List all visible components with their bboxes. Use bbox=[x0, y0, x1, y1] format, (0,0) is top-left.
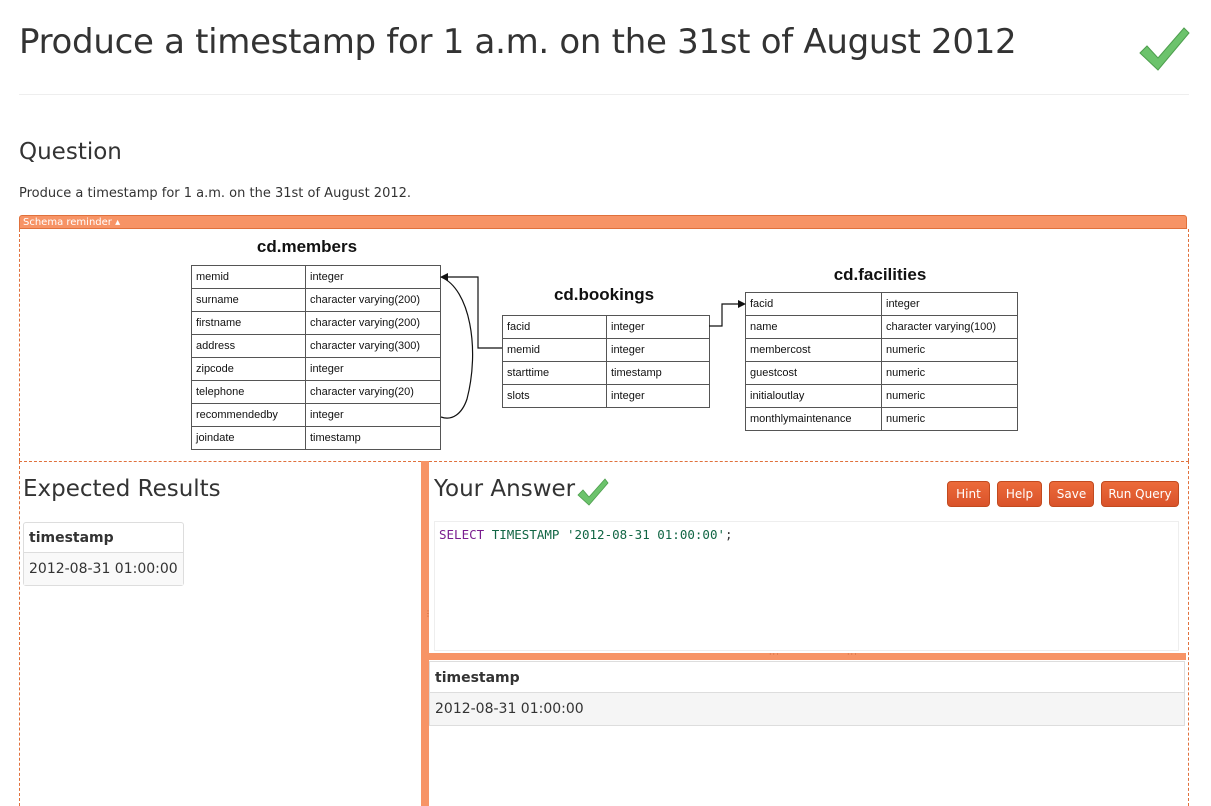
hint-button[interactable]: Hint bbox=[947, 481, 990, 507]
schema-column-type: character varying(300) bbox=[310, 340, 420, 352]
schema-column-name: initialoutlay bbox=[750, 390, 805, 402]
expected-results-pane bbox=[19, 461, 421, 806]
question-text: Produce a timestamp for 1 a.m. on the 31… bbox=[19, 186, 412, 201]
schema-table-title: cd.facilities bbox=[834, 265, 927, 284]
recommendedby-relation bbox=[440, 276, 474, 419]
schema-column-type: numeric bbox=[886, 390, 926, 402]
checkmark-icon bbox=[577, 478, 609, 506]
schema-column-name: address bbox=[196, 340, 236, 352]
schema-column-type: numeric bbox=[886, 413, 926, 425]
schema-column-type: character varying(20) bbox=[310, 386, 414, 398]
schema-column-name: joindate bbox=[195, 432, 235, 444]
schema-reminder-toggle[interactable]: Schema reminder ▴ bbox=[19, 215, 1187, 229]
schema-column-type: integer bbox=[611, 321, 645, 333]
schema-column-name: firstname bbox=[196, 317, 241, 329]
schema-column-type: character varying(200) bbox=[310, 317, 420, 329]
question-heading: Question bbox=[19, 139, 122, 165]
table-row: 2012-08-31 01:00:00 bbox=[430, 693, 1184, 725]
memid-relation bbox=[444, 276, 502, 349]
result-cell: 2012-08-31 01:00:00 bbox=[430, 693, 1184, 725]
facid-relation bbox=[709, 303, 740, 327]
schema-column-type: timestamp bbox=[310, 432, 361, 444]
sql-keyword: SELECT bbox=[439, 527, 485, 542]
schema-column-type: numeric bbox=[886, 367, 926, 379]
schema-diagram: cd.members memid integer surname character v… bbox=[191, 237, 1018, 450]
schema-column-type: integer bbox=[611, 344, 645, 356]
schema-column-type: timestamp bbox=[611, 367, 662, 379]
save-button[interactable]: Save bbox=[1049, 481, 1094, 507]
schema-panel: cd.members memid integer surname character v… bbox=[19, 229, 1189, 461]
arrow-head bbox=[738, 300, 746, 308]
schema-column-name: memid bbox=[507, 344, 540, 356]
schema-column-name: telephone bbox=[196, 386, 244, 398]
schema-column-type: integer bbox=[310, 363, 344, 375]
schema-column-type: integer bbox=[310, 409, 344, 421]
sql-type: TIMESTAMP bbox=[491, 527, 560, 542]
schema-column-name: recommendedby bbox=[196, 409, 278, 421]
page-title: Produce a timestamp for 1 a.m. on the 31… bbox=[19, 22, 1017, 62]
schema-column-name: memid bbox=[196, 271, 229, 283]
schema-column-type: character varying(200) bbox=[310, 294, 420, 306]
title-divider bbox=[19, 94, 1189, 95]
schema-column-type: integer bbox=[310, 271, 344, 283]
query-result-table: timestamp 2012-08-31 01:00:00 bbox=[429, 661, 1185, 726]
sql-code-line: SELECT TIMESTAMP '2012-08-31 01:00:00'; bbox=[439, 527, 733, 542]
expected-results-heading: Expected Results bbox=[23, 476, 221, 502]
schema-table-title: cd.members bbox=[257, 237, 357, 256]
your-answer-heading: Your Answer bbox=[434, 476, 576, 502]
result-column-header: timestamp bbox=[430, 662, 1184, 693]
expected-cell: 2012-08-31 01:00:00 bbox=[24, 553, 183, 585]
schema-column-name: guestcost bbox=[750, 367, 797, 379]
schema-column-name: monthlymaintenance bbox=[750, 413, 852, 425]
sql-string-literal: '2012-08-31 01:00:00' bbox=[566, 527, 725, 542]
schema-column-name: facid bbox=[750, 298, 773, 310]
schema-column-name: zipcode bbox=[196, 363, 234, 375]
horizontal-splitter[interactable]: ··· ··· bbox=[429, 650, 1186, 660]
help-button[interactable]: Help bbox=[997, 481, 1042, 507]
expected-column-header: timestamp bbox=[24, 523, 183, 553]
sql-terminator: ; bbox=[725, 527, 733, 542]
schema-column-type: integer bbox=[611, 390, 645, 402]
schema-column-type: numeric bbox=[886, 344, 926, 356]
run-query-button[interactable]: Run Query bbox=[1101, 481, 1179, 507]
arrow-head bbox=[440, 273, 448, 281]
vertical-splitter[interactable]: ⋮ bbox=[421, 461, 432, 806]
schema-column-name: membercost bbox=[750, 344, 811, 356]
schema-column-type: character varying(100) bbox=[886, 321, 996, 333]
schema-column-name: name bbox=[750, 321, 778, 333]
schema-table-title: cd.bookings bbox=[554, 285, 654, 304]
sql-editor[interactable]: SELECT TIMESTAMP '2012-08-31 01:00:00'; bbox=[434, 521, 1179, 651]
expected-results-table: timestamp 2012-08-31 01:00:00 bbox=[23, 522, 184, 586]
schema-column-name: slots bbox=[507, 390, 530, 402]
checkmark-icon bbox=[1139, 27, 1190, 71]
schema-column-name: facid bbox=[507, 321, 530, 333]
table-row: 2012-08-31 01:00:00 bbox=[24, 553, 183, 585]
schema-column-type: integer bbox=[886, 298, 920, 310]
schema-column-name: starttime bbox=[507, 367, 549, 379]
schema-column-name: surname bbox=[196, 294, 239, 306]
